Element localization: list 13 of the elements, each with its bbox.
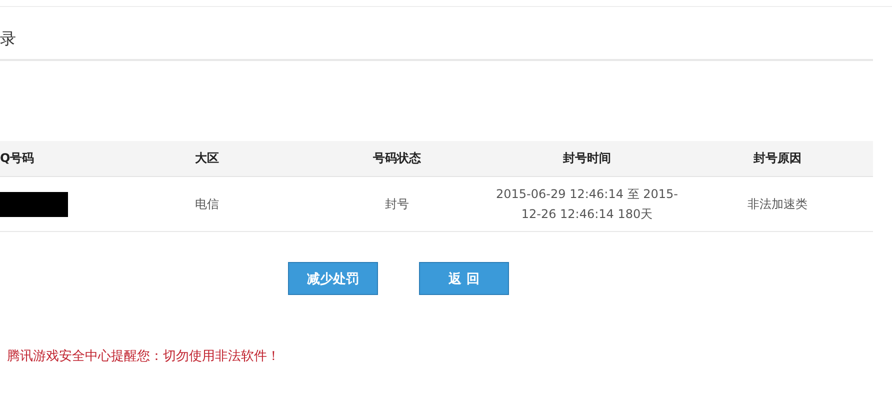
table-cell-text: 2015-06-29 12:46:14 至 2015-12-26 12:46:14 180天 xyxy=(495,186,679,223)
warning-notice: 腾讯游戏安全中心提醒您：切勿使用非法软件！ xyxy=(7,348,281,365)
back-button[interactable]: 返 回 xyxy=(419,262,509,295)
reduce-penalty-button[interactable]: 减少处罚 xyxy=(288,262,378,295)
column-header: 封号原因 xyxy=(754,150,802,167)
table-cell: 封号 xyxy=(385,196,409,212)
table-cell: 非法加速类 xyxy=(748,196,808,212)
column-header: 封号时间 xyxy=(563,150,611,167)
column-header: Q号码 xyxy=(0,150,34,167)
page-title: 录 xyxy=(0,28,16,50)
column-header: 号码状态 xyxy=(373,150,421,167)
column-header: 大区 xyxy=(195,150,219,167)
table-cell: 电信 xyxy=(195,196,219,212)
